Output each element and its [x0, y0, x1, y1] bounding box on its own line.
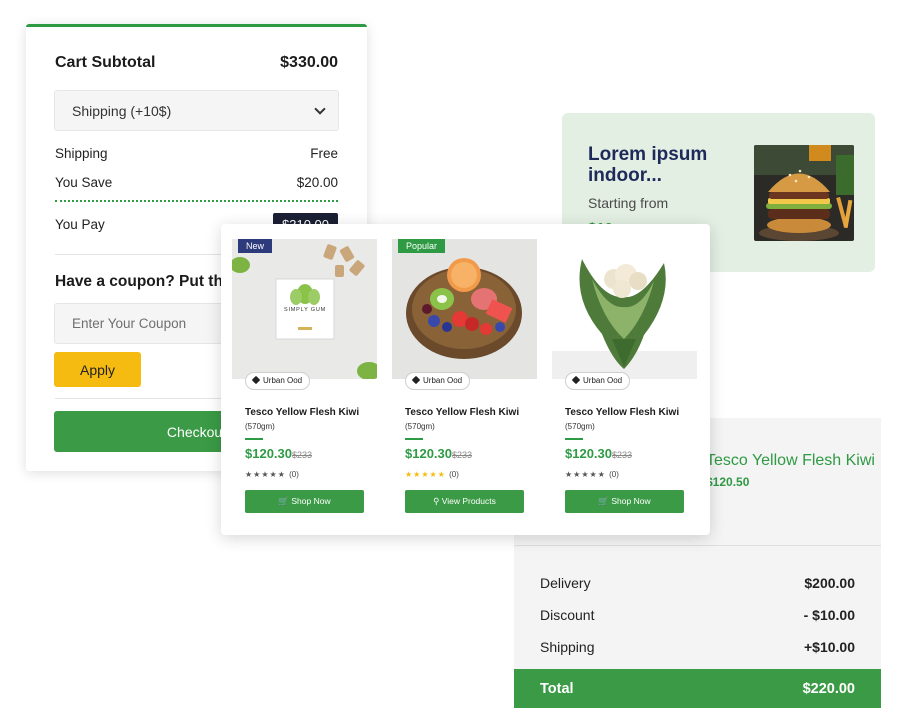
product-image: SIMPLY GUM	[232, 239, 377, 379]
product-price: $120.30$233	[245, 446, 312, 461]
promo-subtitle: Starting from	[588, 195, 669, 211]
tag-icon	[571, 375, 581, 385]
shipping-select[interactable]: Shipping (+10$)	[54, 90, 339, 131]
tag-icon	[251, 375, 261, 385]
current-price: $120.30	[565, 446, 612, 461]
vendor-name: Urban Ood	[423, 376, 463, 385]
rating-count: (0)	[609, 470, 619, 479]
old-price: $233	[292, 450, 313, 460]
summary-row-value: $200.00	[804, 575, 855, 591]
summary-product-name: Tesco Yellow Flesh Kiwi	[706, 452, 875, 469]
product-card[interactable]: SIMPLY GUM New Urban Ood Tesco Yellow Fl…	[232, 239, 377, 521]
star-icons: ★★★★★	[245, 470, 286, 479]
summary-row-value: +$10.00	[804, 639, 855, 655]
cart-subtotal-label: Cart Subtotal	[55, 54, 156, 71]
vendor-name: Urban Ood	[263, 376, 303, 385]
burger-image	[754, 145, 854, 241]
view-products-button[interactable]: ⚲ View Products	[405, 490, 524, 513]
rating-count: (0)	[289, 470, 299, 479]
summary-row-delivery: Delivery $200.00	[540, 575, 855, 591]
summary-row-label: Shipping	[540, 639, 595, 655]
accent-line	[405, 438, 423, 440]
summary-row-shipping: Shipping +$10.00	[540, 639, 855, 655]
button-label: Shop Now	[291, 496, 331, 506]
summary-row-label: Discount	[540, 607, 595, 623]
apply-coupon-button[interactable]: Apply	[54, 352, 141, 387]
vendor-tag[interactable]: Urban Ood	[245, 372, 311, 390]
cart-icon: 🛒	[598, 496, 609, 506]
shipping-row: Shipping Free	[55, 146, 338, 161]
shipping-value: Free	[310, 146, 338, 161]
total-label: Total	[540, 680, 574, 697]
product-weight: (570gm)	[565, 422, 595, 431]
cart-subtotal-row: Cart Subtotal $330.00	[55, 54, 338, 72]
promo-title: Lorem ipsum indoor...	[588, 144, 708, 186]
button-label: View Products	[441, 496, 496, 506]
accent-line	[245, 438, 263, 440]
vendor-tag[interactable]: Urban Ood	[565, 372, 631, 390]
vendor-tag[interactable]: Urban Ood	[405, 372, 471, 390]
product-card[interactable]: Urban Ood Tesco Yellow Flesh Kiwi (570gm…	[552, 239, 697, 521]
product-card[interactable]: Popular Urban Ood Tesco Yellow Flesh Kiw…	[392, 239, 537, 521]
rating-count: (0)	[449, 470, 459, 479]
star-icons: ★★★★★	[565, 470, 606, 479]
product-name[interactable]: Tesco Yellow Flesh Kiwi	[565, 407, 679, 418]
product-image	[552, 239, 697, 379]
product-image	[392, 239, 537, 379]
rating: ★★★★★ (0)	[565, 470, 619, 479]
divider	[514, 545, 881, 546]
summary-row-discount: Discount - $10.00	[540, 607, 855, 623]
current-price: $120.30	[245, 446, 292, 461]
you-save-label: You Save	[55, 175, 113, 190]
chevron-down-icon	[314, 102, 326, 115]
product-weight: (570gm)	[245, 422, 275, 431]
cart-subtotal-value: $330.00	[280, 54, 338, 71]
summary-product-price: $120.50	[706, 475, 750, 489]
product-price: $120.30$233	[565, 446, 632, 461]
product-price: $120.30$233	[405, 446, 472, 461]
product-badge: Popular	[398, 239, 446, 253]
old-price: $233	[612, 450, 633, 460]
total-bar: Total $220.00	[514, 669, 881, 708]
summary-row-label: Delivery	[540, 575, 591, 591]
shipping-label: Shipping	[55, 146, 108, 161]
product-weight: (570gm)	[405, 422, 435, 431]
dotted-divider	[55, 200, 338, 202]
gum-package-label: SIMPLY GUM	[284, 307, 326, 313]
you-save-row: You Save $20.00	[55, 175, 338, 190]
old-price: $233	[452, 450, 473, 460]
star-icons: ★★★★★	[405, 470, 446, 479]
tag-icon	[411, 375, 421, 385]
rating: ★★★★★ (0)	[245, 470, 299, 479]
product-name[interactable]: Tesco Yellow Flesh Kiwi	[405, 407, 519, 418]
rating: ★★★★★ (0)	[405, 470, 459, 479]
product-grid-card: SIMPLY GUM New Urban Ood Tesco Yellow Fl…	[221, 224, 710, 535]
current-price: $120.30	[405, 446, 452, 461]
shop-now-button[interactable]: 🛒 Shop Now	[245, 490, 364, 513]
cart-icon: 🛒	[278, 496, 289, 506]
shipping-select-value: Shipping (+10$)	[72, 102, 172, 119]
shop-now-button[interactable]: 🛒 Shop Now	[565, 490, 684, 513]
total-value: $220.00	[802, 680, 855, 697]
you-pay-label: You Pay	[55, 217, 105, 232]
product-badge: New	[238, 239, 273, 253]
product-name[interactable]: Tesco Yellow Flesh Kiwi	[245, 407, 359, 418]
accent-line	[565, 438, 583, 440]
button-label: Shop Now	[611, 496, 651, 506]
vendor-name: Urban Ood	[583, 376, 623, 385]
summary-row-value: - $10.00	[803, 607, 855, 623]
you-save-value: $20.00	[296, 175, 338, 190]
search-icon: ⚲	[433, 496, 440, 506]
